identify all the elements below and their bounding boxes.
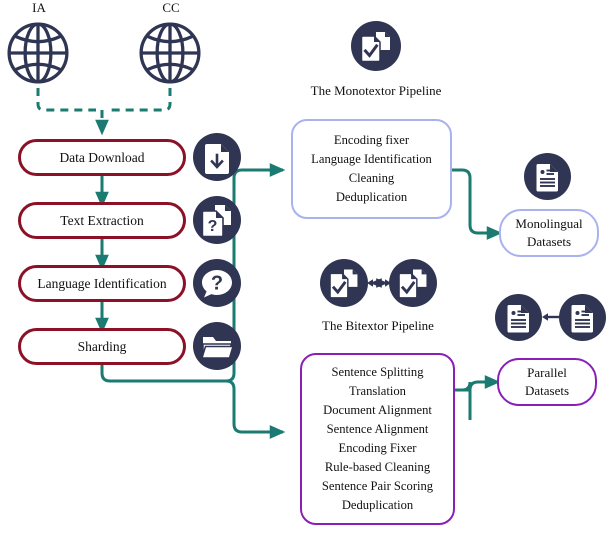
bitextor-output-connector bbox=[452, 375, 501, 420]
stage-label: Data Download bbox=[59, 149, 145, 165]
monotextor-step: Encoding fixer bbox=[333, 133, 410, 147]
globe-icon bbox=[5, 20, 71, 86]
stage-data-download[interactable]: Data Download bbox=[18, 139, 186, 176]
monotextor-step: Deduplication bbox=[335, 190, 408, 204]
bitextor-step: Document Alignment bbox=[323, 403, 432, 417]
monotextor-step: Cleaning bbox=[348, 171, 395, 185]
bitextor-step: Sentence Alignment bbox=[326, 422, 429, 436]
globe-icon bbox=[137, 20, 203, 86]
monotextor-pipeline-box[interactable]: Encoding fixer Language Identification C… bbox=[291, 119, 452, 219]
svg-text:?: ? bbox=[208, 218, 218, 235]
bitextor-step: Translation bbox=[349, 384, 406, 398]
bitextor-step: Rule-based Cleaning bbox=[324, 460, 431, 474]
stage-label: Text Extraction bbox=[60, 212, 144, 228]
bitextor-pipeline-box[interactable]: Sentence Splitting Translation Document … bbox=[300, 353, 455, 525]
document-lines-icon bbox=[495, 294, 542, 341]
monolingual-datasets-output[interactable]: Monolingual Datasets bbox=[499, 209, 599, 257]
stage-language-identification[interactable]: Language Identification bbox=[18, 265, 186, 302]
document-lines-icon bbox=[524, 153, 571, 200]
stage-label: Sharding bbox=[77, 338, 127, 354]
speech-question-icon: ? bbox=[193, 259, 241, 307]
folder-icon bbox=[193, 322, 241, 370]
monotextor-caption: The Monotextor Pipeline bbox=[310, 83, 442, 98]
stage-text-extraction[interactable]: Text Extraction bbox=[18, 202, 186, 239]
output-line-2: Datasets bbox=[524, 383, 570, 398]
bitextor-step: Sentence Splitting bbox=[331, 365, 424, 379]
source-label-cc: CC bbox=[162, 0, 180, 15]
monotextor-output-connector bbox=[452, 168, 503, 240]
monotextor-step: Language Identification bbox=[311, 152, 432, 166]
document-lines-icon bbox=[559, 294, 606, 341]
diagram-canvas: IA CC Data Download Text Extraction Lang… bbox=[0, 0, 606, 554]
output-line-2: Datasets bbox=[526, 234, 572, 249]
output-line-1: Monolingual bbox=[515, 216, 583, 231]
document-question-icon: ? bbox=[193, 196, 241, 244]
bitextor-step: Encoding Fixer bbox=[338, 441, 417, 455]
document-check-icon bbox=[320, 259, 368, 307]
stage-label: Language Identification bbox=[37, 275, 167, 291]
source-label-ia: IA bbox=[32, 0, 46, 15]
stage-sharding[interactable]: Sharding bbox=[18, 328, 186, 365]
output-line-1: Parallel bbox=[527, 365, 567, 380]
source-merge-connector bbox=[36, 88, 172, 136]
document-check-icon bbox=[389, 259, 437, 307]
bitextor-step: Sentence Pair Scoring bbox=[321, 479, 434, 493]
document-download-icon bbox=[193, 133, 241, 181]
document-check-icon bbox=[351, 21, 401, 71]
svg-text:?: ? bbox=[211, 273, 223, 295]
bitextor-step: Deduplication bbox=[341, 498, 414, 512]
parallel-datasets-output[interactable]: Parallel Datasets bbox=[497, 358, 597, 406]
bitextor-caption: The Bitextor Pipeline bbox=[322, 318, 434, 333]
